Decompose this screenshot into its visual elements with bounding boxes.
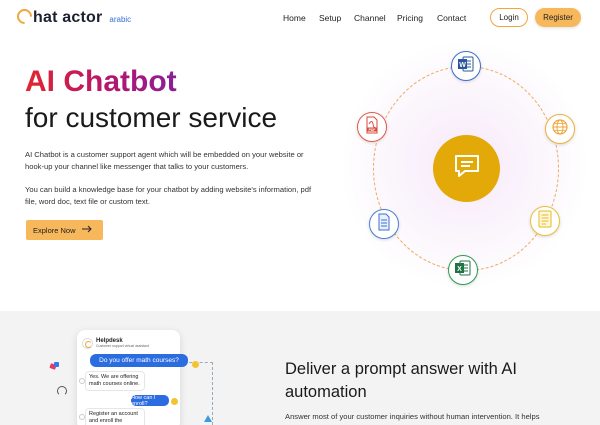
hero-title-sub: for customer service xyxy=(25,102,278,133)
register-button[interactable]: Register xyxy=(535,8,581,27)
word-doc-node: W xyxy=(451,51,481,81)
top-navbar: hat actor arabic Home Setup Channel Pric… xyxy=(0,0,600,36)
logo-c-icon xyxy=(13,5,36,28)
section-description: Answer most of your customer inquiries w… xyxy=(285,412,540,421)
logo-text: hat actor xyxy=(33,9,103,26)
document-node xyxy=(369,209,399,239)
explore-now-button[interactable]: Explore Now xyxy=(26,220,103,240)
website-node xyxy=(545,114,575,144)
chat-bubble-icon xyxy=(453,153,481,184)
login-button[interactable]: Login xyxy=(490,8,528,27)
text-file-icon xyxy=(537,210,553,233)
globe-icon xyxy=(551,118,569,141)
decor-triangle xyxy=(204,415,212,422)
logo-language-label: arabic xyxy=(109,15,132,24)
explore-now-label: Explore Now xyxy=(33,225,76,235)
bot-message: Yes. We are offering math courses online… xyxy=(85,371,145,391)
chat-header-text: Helpdesk Customer support virtual assist… xyxy=(96,338,149,349)
word-doc-icon: W xyxy=(457,55,475,78)
nav-contact[interactable]: Contact xyxy=(437,13,466,23)
nav-setup[interactable]: Setup xyxy=(319,13,341,23)
document-icon xyxy=(376,213,392,236)
bot-message: Register an account and enroll the cours… xyxy=(85,408,145,425)
text-file-node xyxy=(530,206,560,236)
section-title: Deliver a prompt answer with AI automati… xyxy=(285,360,518,401)
nav-pricing[interactable]: Pricing xyxy=(397,13,423,23)
chat-hub xyxy=(433,135,500,202)
user-message: How can I enroll? xyxy=(131,395,169,407)
svg-text:X: X xyxy=(457,266,462,273)
nav-channel[interactable]: Channel xyxy=(354,13,386,23)
decor-spiral xyxy=(57,386,67,396)
decor-blue-shape xyxy=(54,362,59,367)
excel-icon: X xyxy=(454,259,472,282)
user-emoji-avatar xyxy=(171,398,178,405)
user-emoji-avatar xyxy=(192,361,199,368)
chat-header: Helpdesk Customer support virtual assist… xyxy=(82,334,176,352)
user-message: Do you offer math courses? xyxy=(90,354,188,367)
brand-logo[interactable]: hat actor arabic xyxy=(13,5,132,28)
hero-description: AI Chatbot is a customer support agent w… xyxy=(25,150,304,171)
helpdesk-avatar xyxy=(82,337,93,349)
svg-text:PDF: PDF xyxy=(369,127,376,131)
chat-subtitle: Customer support virtual assistant xyxy=(96,343,149,348)
pdf-node: PDF xyxy=(357,112,387,142)
hero-title-main: AI Chatbot xyxy=(25,65,177,98)
arrow-right-icon xyxy=(82,224,93,237)
pdf-icon: PDF xyxy=(364,116,380,139)
excel-node: X xyxy=(448,255,478,285)
nav-home[interactable]: Home xyxy=(283,13,306,23)
hero-knowledge-base-text: You can build a knowledge base for your … xyxy=(25,185,312,206)
svg-text:W: W xyxy=(459,62,466,69)
